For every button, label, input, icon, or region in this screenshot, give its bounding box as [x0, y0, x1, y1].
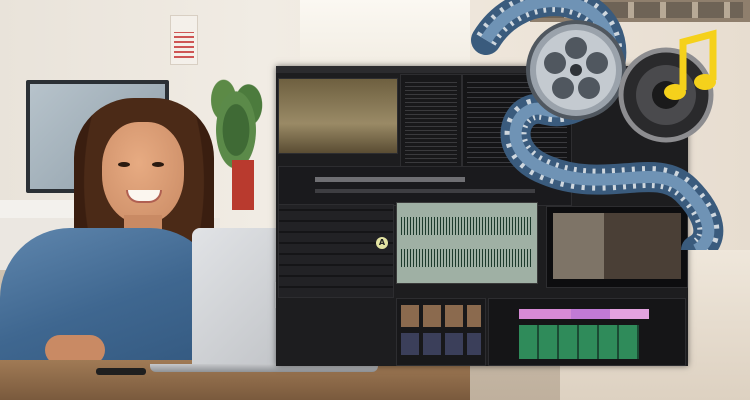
callout-marker-a: A [376, 237, 388, 249]
person-denim-shirt [0, 228, 220, 378]
plant-pot [232, 160, 254, 210]
person-face [102, 122, 184, 224]
source-monitor [278, 78, 398, 154]
film-reel-illustration [471, 0, 724, 250]
media-browser-panel [400, 74, 462, 168]
person-left-eye [118, 162, 130, 167]
film-reel-icon [526, 20, 626, 120]
project-bin-panel [396, 298, 486, 366]
house-plant [205, 70, 267, 170]
sequence-timeline [488, 298, 686, 366]
person-right-eye [152, 162, 164, 167]
wall-calendar [170, 15, 198, 65]
scene:  A B [0, 0, 750, 400]
smartphone [96, 368, 146, 375]
track-headers [278, 204, 394, 298]
